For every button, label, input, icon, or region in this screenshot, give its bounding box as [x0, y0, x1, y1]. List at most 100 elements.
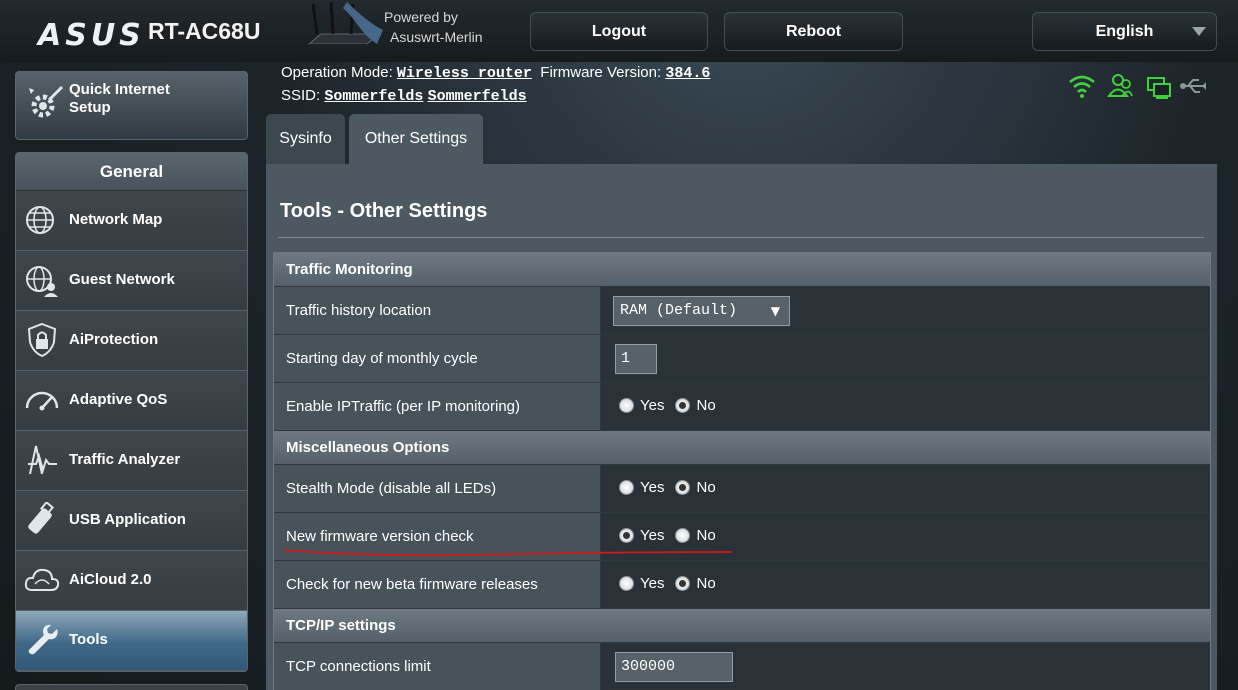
sidebar-menu: General Network Map Guest Network AiProt… [15, 152, 248, 672]
firmware-version-link[interactable]: 384.6 [665, 65, 710, 82]
yes-label: Yes [640, 479, 665, 496]
setting-row: Enable IPTraffic (per IP monitoring) Yes… [274, 383, 1210, 431]
sidebar-item-guest-network[interactable]: Guest Network [16, 251, 247, 311]
select-value: RAM (Default) [620, 302, 738, 319]
sidebar-item-traffic-analyzer[interactable]: Traffic Analyzer [16, 431, 247, 491]
sidebar-item-label: Adaptive QoS [69, 391, 168, 408]
top-bar: ASUS RT-AC68U Powered by Asuswrt-Merlin … [0, 0, 1238, 62]
setting-row: Check for new beta firmware releases Yes… [274, 561, 1210, 609]
asus-logo: ASUS [38, 18, 145, 53]
setting-label: Check for new beta firmware releases [274, 561, 601, 608]
router-model: RT-AC68U [148, 18, 261, 44]
guest-globe-icon [26, 266, 58, 297]
language-select[interactable]: English [1032, 12, 1217, 51]
operation-mode-line: Operation Mode: Wireless router Firmware… [281, 64, 710, 82]
dropdown-arrow-icon: ▼ [770, 304, 780, 318]
cloud-icon [24, 568, 60, 591]
ssid-link-2[interactable]: Sommerfelds [428, 88, 527, 105]
shield-lock-icon [27, 322, 57, 358]
traffic-history-location-select[interactable]: RAM (Default) ▼ [613, 296, 790, 326]
iptraffic-radio-group: Yes No [619, 397, 727, 414]
iptraffic-yes-radio[interactable] [619, 398, 634, 413]
chevron-down-icon [1192, 27, 1206, 36]
wifi-icon[interactable] [1069, 75, 1095, 98]
sidebar-item-tools[interactable]: Tools [16, 611, 247, 671]
status-icons [1069, 74, 1206, 99]
yes-label: Yes [640, 575, 665, 592]
stealth-no-radio[interactable] [675, 480, 691, 495]
logout-button[interactable]: Logout [530, 12, 708, 51]
menu-section-general: General [16, 153, 247, 191]
tcp-connections-limit-input[interactable]: 300000 [615, 652, 733, 682]
speedometer-icon [25, 391, 59, 411]
beta-check-yes-radio[interactable] [619, 576, 634, 591]
quick-setup-line1: Quick Internet [69, 81, 170, 98]
sidebar-item-label: USB Application [69, 511, 186, 528]
sidebar-item-aicloud[interactable]: AiCloud 2.0 [16, 551, 247, 611]
setting-row: Starting day of monthly cycle 1 [274, 335, 1210, 383]
sidebar-item-aiprotection[interactable]: AiProtection [16, 311, 247, 371]
ssid-link-1[interactable]: Sommerfelds [324, 88, 423, 105]
usb-status-icon[interactable] [1180, 79, 1206, 93]
page-title: Tools - Other Settings [280, 200, 488, 222]
setting-label: Enable IPTraffic (per IP monitoring) [274, 383, 601, 430]
iptraffic-no-radio[interactable] [675, 398, 691, 413]
operation-mode-label: Operation Mode: [281, 64, 393, 81]
setting-label: Stealth Mode (disable all LEDs) [274, 465, 601, 512]
usb-icon [28, 502, 55, 534]
firmware-label: Firmware Version: [540, 64, 662, 81]
stealth-radio-group: Yes No [619, 479, 727, 496]
section-miscellaneous: Miscellaneous Options [274, 431, 1210, 465]
setting-label: Traffic history location [274, 287, 601, 334]
no-label: No [696, 397, 716, 414]
powered-by-text: Powered by Asuswrt-Merlin [384, 7, 483, 47]
quick-internet-setup-button[interactable]: Quick Internet Setup [15, 71, 248, 140]
devices-icon[interactable] [1147, 77, 1171, 99]
operation-mode-link[interactable]: Wireless router [397, 65, 532, 82]
language-label: English [1095, 22, 1154, 40]
no-label: No [696, 575, 716, 592]
globe-icon [26, 206, 54, 234]
annotation-underline [284, 549, 732, 557]
users-icon[interactable] [1107, 74, 1133, 97]
powered-by-line2: Asuswrt-Merlin [390, 29, 483, 45]
setting-row: TCP connections limit 300000 [274, 643, 1210, 690]
yes-label: Yes [640, 397, 665, 414]
content-panel: Tools - Other Settings Traffic Monitorin… [266, 164, 1217, 690]
ssid-line: SSID: Sommerfelds Sommerfelds [281, 87, 527, 105]
tab-sysinfo[interactable]: Sysinfo [266, 114, 345, 164]
sidebar-item-adaptive-qos[interactable]: Adaptive QoS [16, 371, 247, 431]
beta-check-no-radio[interactable] [675, 576, 691, 591]
sidebar-item-label: AiCloud 2.0 [69, 571, 152, 588]
reboot-button[interactable]: Reboot [724, 12, 903, 51]
setting-label: Starting day of monthly cycle [274, 335, 601, 382]
sidebar-item-label: Traffic Analyzer [69, 451, 181, 468]
wrench-icon [28, 624, 58, 655]
sidebar-next-section [15, 684, 248, 690]
sidebar-item-label: AiProtection [69, 331, 159, 348]
quick-setup-label: Quick Internet Setup [69, 81, 170, 117]
section-traffic-monitoring: Traffic Monitoring [274, 253, 1210, 287]
sidebar-item-label: Tools [69, 631, 108, 648]
title-divider [278, 237, 1204, 238]
sidebar-item-network-map[interactable]: Network Map [16, 191, 247, 251]
ssid-label: SSID: [281, 87, 321, 104]
sidebar-item-label: Guest Network [69, 271, 175, 288]
wizard-gear-icon [29, 85, 64, 118]
router-image-icon [307, 1, 383, 48]
beta-check-radio-group: Yes No [619, 575, 727, 592]
tab-other-settings[interactable]: Other Settings [349, 114, 483, 164]
sidebar-item-usb-application[interactable]: USB Application [16, 491, 247, 551]
stealth-yes-radio[interactable] [619, 480, 634, 495]
settings-table: Traffic Monitoring Traffic history locat… [273, 252, 1211, 690]
setting-row: Stealth Mode (disable all LEDs) Yes No [274, 465, 1210, 513]
monthly-cycle-day-input[interactable]: 1 [615, 344, 657, 374]
setting-row: Traffic history location RAM (Default) ▼ [274, 287, 1210, 335]
setting-label: TCP connections limit [274, 643, 601, 690]
section-tcpip: TCP/IP settings [274, 609, 1210, 643]
quick-setup-line2: Setup [69, 99, 111, 116]
pulse-icon [28, 445, 57, 475]
powered-by-line1: Powered by [384, 9, 458, 25]
no-label: No [696, 479, 716, 496]
sidebar-item-label: Network Map [69, 211, 163, 228]
